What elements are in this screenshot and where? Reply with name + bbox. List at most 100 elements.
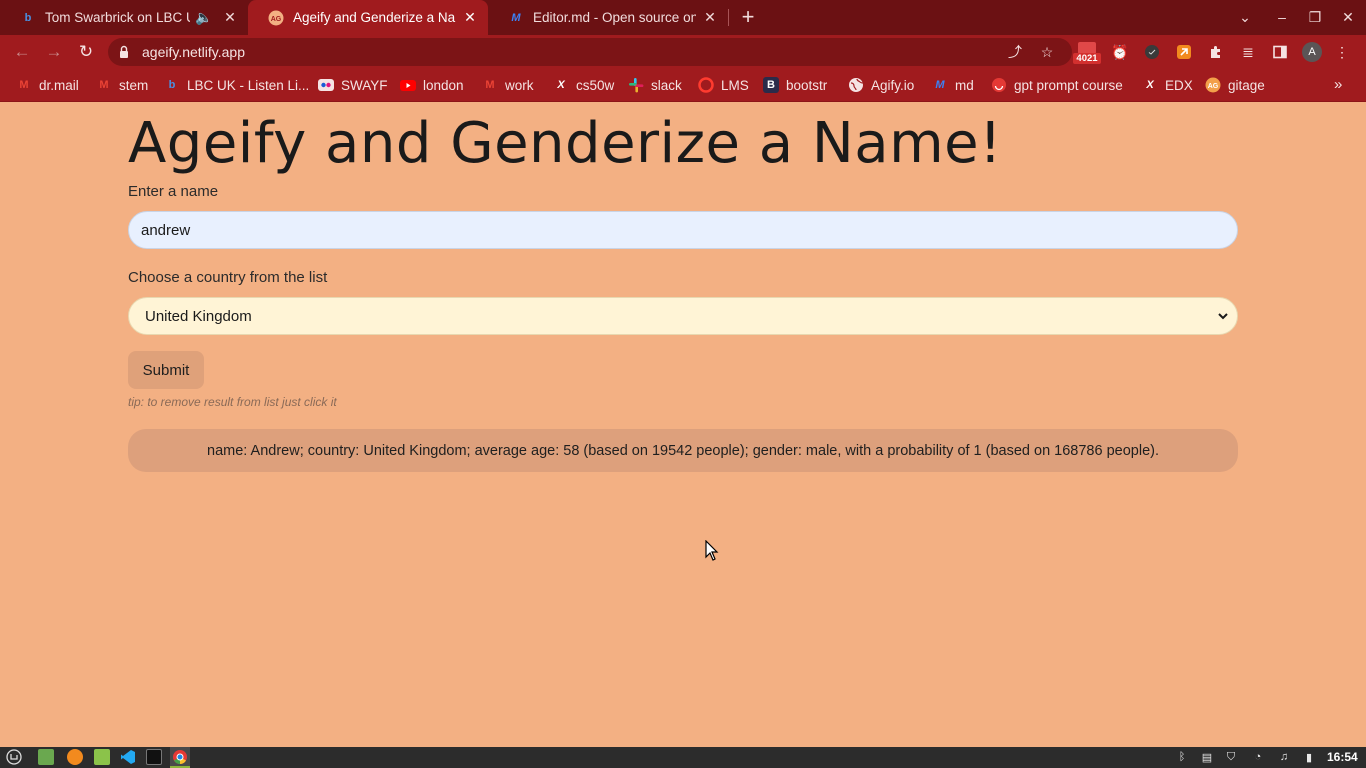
tab-title: Tom Swarbrick on LBC UK [45,10,190,25]
bookmark-label: dr.mail [39,77,79,93]
chevron-down-icon [1215,308,1231,324]
bookmark-stem[interactable]: M stem [96,76,148,94]
address-bar[interactable]: ageify.netlify.app ⤴ ☆ [108,38,1072,66]
bootstrap-icon: B [763,77,779,93]
dark-mode-extension-icon[interactable] [1140,40,1164,64]
reload-icon[interactable]: ↻ [74,40,98,64]
chrome-icon[interactable] [172,749,188,765]
speaker-icon[interactable]: 🔈 [195,9,212,26]
bookmarks-bar: M dr.mail M stem b LBC UK - Listen Li...… [0,69,1366,102]
bookmark-slack[interactable]: slack [628,76,682,94]
bookmark-label: london [423,77,464,93]
bookmark-gitage[interactable]: AG gitage [1205,76,1265,94]
bookmark-lbc[interactable]: b LBC UK - Listen Li... [164,76,310,94]
tab-bar: b Tom Swarbrick on LBC UK 🔈 ✕ AG Ageify … [0,0,1366,35]
side-panel-icon[interactable] [1268,40,1292,64]
vscode-icon[interactable] [120,749,136,765]
flickr-icon [318,77,334,93]
firefox-icon[interactable] [67,749,83,765]
gitage-icon: AG [1205,77,1221,93]
result-text: name: Andrew; country: United Kingdom; a… [207,442,1159,459]
reading-list-icon[interactable]: ≣ [1236,40,1260,64]
slack-icon [628,77,644,93]
bookmark-star-icon[interactable]: ☆ [1038,44,1056,60]
gmail-icon: M [99,79,109,91]
bookmark-label: bootstr [786,77,828,93]
music-icon[interactable]: ♫ [1277,750,1291,764]
more-bookmarks-icon[interactable]: » [1334,76,1342,93]
browser-menu-icon[interactable]: ⋮ [1330,40,1354,64]
bookmark-bootstr[interactable]: B bootstr [763,76,827,94]
bookmark-label: EDX [1165,77,1193,93]
smile-icon [991,77,1007,93]
bookmark-dr-mail[interactable]: M dr.mail [16,76,79,94]
gmail-icon: M [485,79,495,91]
new-tab-button[interactable]: + [737,4,759,29]
restore-icon[interactable]: ❐ [1303,5,1327,29]
bookmark-agify[interactable]: Agify.io [848,76,914,94]
wifi-icon[interactable]: ◔ [1251,750,1265,764]
files-icon[interactable] [94,749,110,765]
bookmark-gpt-prompt-course[interactable]: gpt prompt course [991,76,1123,94]
submit-button[interactable]: Submit [128,351,204,389]
bookmark-london[interactable]: london [400,76,464,94]
result-item[interactable]: name: Andrew; country: United Kingdom; a… [128,429,1238,472]
extensions-puzzle-icon[interactable] [1204,40,1228,64]
mouse-cursor-icon [705,540,719,561]
bookmark-lms[interactable]: LMS [698,76,749,94]
bookmark-label: md [955,77,974,93]
edx-icon: X [557,79,565,91]
bookmark-label: SWAYF [341,77,388,93]
back-icon[interactable]: ← [10,40,34,64]
bookmark-label: stem [119,77,149,93]
alarm-extension-icon[interactable]: ⏰ [1108,40,1132,64]
bookmark-edx[interactable]: X EDX [1142,76,1193,94]
battery-icon[interactable]: ▮ [1302,750,1316,764]
tab-editor[interactable]: M Editor.md - Open source onlin ✕ [488,0,728,35]
bookmark-cs50w[interactable]: X cs50w [553,76,614,94]
bluetooth-icon[interactable]: ᛒ [1175,750,1189,764]
bookmark-work[interactable]: M work [482,76,534,94]
forward-icon[interactable]: → [42,40,66,64]
shield-icon[interactable]: ⛉ [1224,750,1238,764]
name-input[interactable]: andrew [128,211,1238,249]
close-tab-icon[interactable]: ✕ [222,9,238,26]
minimize-icon[interactable]: – [1270,5,1294,29]
share-icon[interactable]: ⤴ [1006,44,1024,60]
bookmark-md[interactable]: M md [932,76,974,94]
lock-icon[interactable] [116,44,132,60]
tab-lbc[interactable]: b Tom Swarbrick on LBC UK 🔈 ✕ [0,0,248,35]
name-input-value: andrew [141,221,191,239]
mail-extension-icon[interactable]: 4021 [1073,40,1101,66]
bookmark-label: gpt prompt course [1014,77,1123,93]
gmail-icon: M [19,79,29,91]
page-title: Ageify and Genderize a Name! [128,111,1003,176]
close-tab-icon[interactable]: ✕ [462,9,478,26]
profile-avatar[interactable]: A [1302,42,1322,62]
bookmark-label: Agify.io [871,77,915,93]
bookmark-label: LBC UK - Listen Li... [187,77,310,93]
lbc-icon: b [24,11,32,24]
menu-icon[interactable] [6,749,22,765]
tab-search-icon[interactable]: ⌄ [1233,5,1257,29]
youtube-icon [400,77,416,93]
svg-text:AG: AG [271,16,282,23]
mail-count-badge: 4021 [1073,53,1101,64]
close-tab-icon[interactable]: ✕ [702,9,718,26]
orange-extension-icon[interactable] [1172,40,1196,64]
show-desktop-icon[interactable] [38,749,54,765]
bookmark-label: work [505,77,534,93]
tab-ageify[interactable]: AG Ageify and Genderize a Name ✕ [248,0,488,35]
svg-text:AG: AG [1208,83,1219,90]
window-close-icon[interactable]: ✕ [1336,5,1360,29]
clock[interactable]: 16:54 [1327,750,1358,764]
bookmark-swayf[interactable]: SWAYF [318,76,388,94]
tab-title: Editor.md - Open source onlin [533,10,696,25]
country-select[interactable]: United Kingdom [128,297,1238,335]
terminal-icon[interactable] [146,749,162,765]
country-selected-value: United Kingdom [145,307,252,325]
globe-icon [848,77,864,93]
tip-text: tip: to remove result from list just cli… [128,395,337,409]
clipboard-icon[interactable]: ▤ [1200,750,1214,764]
os-taskbar: ᛒ ▤ ⛉ ◔ ♫ ▮ 16:54 [0,747,1366,768]
